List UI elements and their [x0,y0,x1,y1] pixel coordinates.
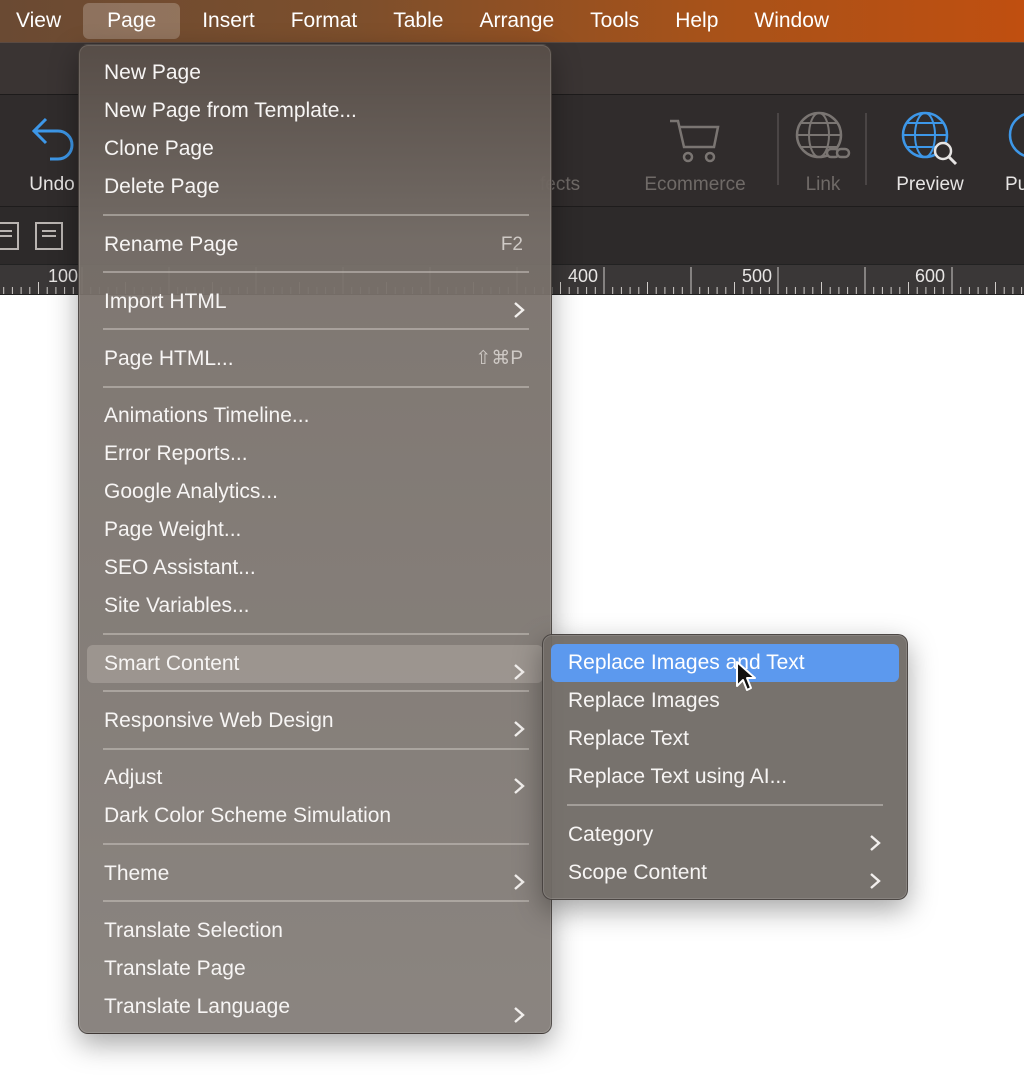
menu-item-theme[interactable]: Theme [87,855,543,893]
chevron-right-icon [869,865,881,903]
menu-item-error-reports[interactable]: Error Reports... [87,435,543,473]
menu-item-new-page[interactable]: New Page [87,54,543,92]
menu-item-translate-selection[interactable]: Translate Selection [87,912,543,950]
menu-item-replace-text[interactable]: Replace Text [551,720,899,758]
menu-item-label: Translate Language [104,995,291,1018]
ecommerce-button[interactable]: Ecommerce [640,95,750,207]
menu-item-site-variables[interactable]: Site Variables... [87,587,543,625]
ruler-label: 600 [915,266,946,286]
menu-separator [103,748,529,750]
menu-tools[interactable]: Tools [576,3,653,39]
page-menu: New Page New Page from Template... Clone… [78,44,552,1034]
menu-item-import-html[interactable]: Import HTML [87,283,543,321]
toolbar-divider [865,113,867,185]
shortcut-label: F2 [500,234,523,255]
menu-arrange[interactable]: Arrange [465,3,568,39]
menu-item-label: Import HTML [104,290,227,313]
undo-arrow-icon [22,111,78,168]
menu-insert[interactable]: Insert [188,3,269,39]
link-label: Link [805,174,841,195]
ruler-label: 400 [568,266,599,286]
ruler-label: 500 [742,266,773,286]
menu-item-scope-content[interactable]: Scope Content [551,854,899,892]
globe-link-icon [793,109,853,170]
menu-item-adjust[interactable]: Adjust [87,759,543,797]
menu-help[interactable]: Help [661,3,732,39]
menu-item-animations-timeline[interactable]: Animations Timeline... [87,397,543,435]
menu-item-replace-text-using-ai[interactable]: Replace Text using AI... [551,758,899,796]
menu-bar: View Page Insert Format Table Arrange To… [0,0,1024,42]
align-left-icon[interactable] [0,221,22,256]
align-center-icon[interactable] [34,221,64,256]
menu-item-google-analytics[interactable]: Google Analytics... [87,473,543,511]
chevron-right-icon [513,999,525,1037]
menu-item-page-weight[interactable]: Page Weight... [87,511,543,549]
menu-item-label: Scope Content [568,861,707,884]
menu-item-label: Smart Content [104,652,240,675]
shortcut-label: ⇧⌘P [475,348,523,369]
menu-item-label: Category [568,823,654,846]
menu-view[interactable]: View [2,3,75,39]
menu-format[interactable]: Format [277,3,372,39]
ruler-label: 100 [48,266,79,286]
chevron-right-icon [513,866,525,904]
preview-label: Preview [896,174,964,195]
menu-item-translate-page[interactable]: Translate Page [87,950,543,988]
chevron-right-icon [513,656,525,694]
menu-item-clone-page[interactable]: Clone Page [87,130,543,168]
menu-separator [103,633,529,635]
menu-window[interactable]: Window [740,3,843,39]
menu-item-label: Rename Page [104,233,239,256]
menu-separator [103,271,529,273]
menu-item-label: Page HTML... [104,347,234,370]
menu-item-delete-page[interactable]: Delete Page [87,168,543,206]
menu-separator [567,804,883,806]
menu-item-label: Adjust [104,766,163,789]
menu-item-label: Theme [104,862,170,885]
menu-item-page-html[interactable]: Page HTML... ⇧⌘P [87,340,543,378]
globe-icon [1006,109,1024,168]
globe-search-icon [899,109,961,172]
menu-separator [103,214,529,216]
menu-separator [103,843,529,845]
menu-item-category[interactable]: Category [551,816,899,854]
preview-button[interactable]: Preview [890,95,970,207]
menu-separator [103,900,529,902]
toolbar-divider [777,113,779,185]
mouse-pointer-icon [735,660,757,697]
menu-table[interactable]: Table [379,3,457,39]
chevron-right-icon [513,294,525,332]
shopping-cart-icon [666,115,724,170]
smart-content-submenu: Replace Images and Text Replace Images R… [542,634,908,900]
menu-separator [103,690,529,692]
link-button[interactable]: Link [793,95,853,207]
menu-item-seo-assistant[interactable]: SEO Assistant... [87,549,543,587]
menu-separator [103,328,529,330]
menu-item-translate-language[interactable]: Translate Language [87,988,543,1026]
menu-item-rename-page[interactable]: Rename Page F2 [87,226,543,264]
menu-page[interactable]: Page [83,3,181,39]
menu-item-responsive-web-design[interactable]: Responsive Web Design [87,702,543,740]
menu-item-dark-color-scheme-simulation[interactable]: Dark Color Scheme Simulation [87,797,543,835]
menu-separator [103,386,529,388]
publish-button[interactable]: Pu [995,95,1024,207]
menu-item-smart-content[interactable]: Smart Content [87,645,543,683]
menu-item-replace-images[interactable]: Replace Images [551,682,899,720]
ecommerce-label: Ecommerce [644,174,746,195]
publish-label: Pu [1005,174,1024,195]
chevron-right-icon [513,713,525,751]
menu-item-label: Responsive Web Design [104,709,334,732]
menu-item-replace-images-and-text[interactable]: Replace Images and Text [551,644,899,682]
menu-item-new-page-from-template[interactable]: New Page from Template... [87,92,543,130]
